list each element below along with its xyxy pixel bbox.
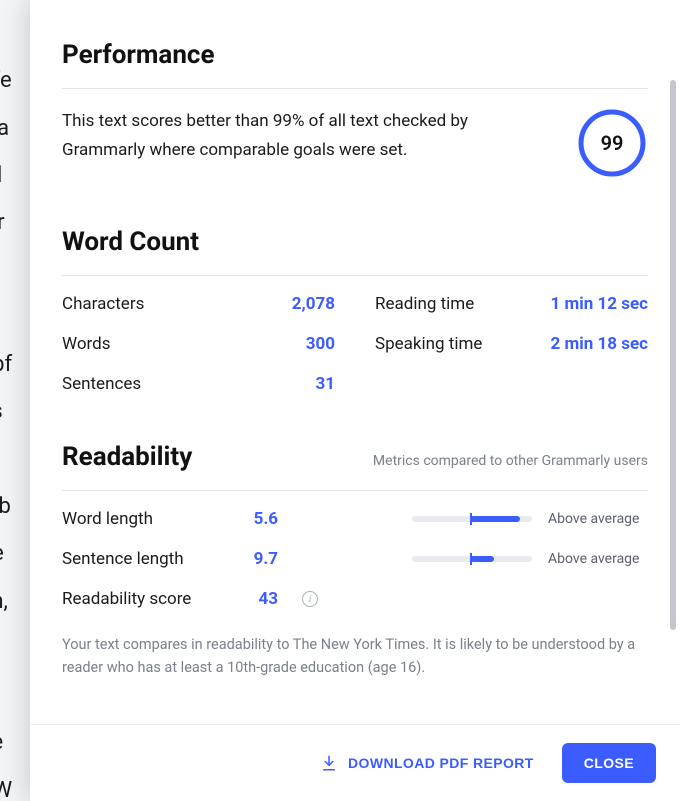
performance-score-ring: 99 [576,107,648,179]
reading-time-label: Reading time [375,294,474,314]
performance-description: This text scores better than 99% of all … [62,107,536,165]
modal-footer: DOWNLOAD PDF REPORT CLOSE [30,724,680,801]
word-count-title: Word Count [62,227,648,276]
readability-score-label: Readability score [62,589,212,609]
sentence-length-label: Sentence length [62,549,212,569]
word-length-label: Word length [62,509,212,529]
word-length-bar [412,516,532,522]
sentence-length-tag: Above average [548,551,648,567]
words-label: Words [62,334,111,354]
performance-modal: Performance This text scores better than… [30,0,680,801]
characters-value: 2,078 [292,294,335,314]
sentences-label: Sentences [62,374,141,394]
scrollbar-thumb[interactable] [670,80,676,630]
download-pdf-button[interactable]: DOWNLOAD PDF REPORT [320,754,534,772]
sentences-value: 31 [315,374,335,394]
readability-subtitle: Metrics compared to other Grammarly user… [373,453,648,469]
readability-comparison-text: Your text compares in readability to The… [62,633,648,679]
download-pdf-label: DOWNLOAD PDF REPORT [348,755,534,771]
sentence-length-value: 9.7 [228,549,278,569]
info-icon[interactable]: i [302,591,318,607]
word-length-value: 5.6 [228,509,278,529]
readability-score-value: 43 [228,589,278,609]
speaking-time-value: 2 min 18 sec [551,334,648,354]
readability-title: Readability [62,442,192,472]
word-length-tag: Above average [548,511,648,527]
close-button[interactable]: CLOSE [562,743,656,783]
characters-label: Characters [62,294,144,314]
words-value: 300 [306,334,335,354]
performance-title: Performance [62,40,648,89]
sentence-length-bar [412,556,532,562]
performance-score-value: 99 [576,107,648,179]
reading-time-value: 1 min 12 sec [551,294,648,314]
modal-scroll-area[interactable]: Performance This text scores better than… [30,0,680,724]
download-icon [320,754,338,772]
speaking-time-label: Speaking time [375,334,482,354]
